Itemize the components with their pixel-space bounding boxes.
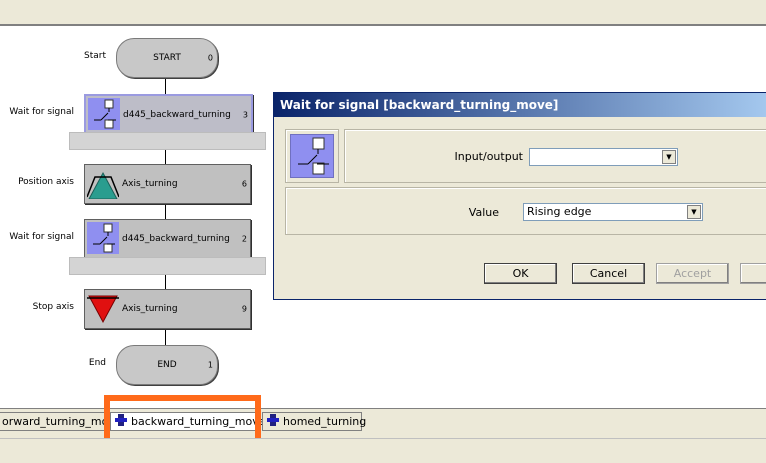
- step-shadow-bar: [69, 132, 266, 150]
- flow-step-position-axis[interactable]: Axis_turning 6: [84, 164, 251, 204]
- signal-switch-icon: [290, 134, 334, 178]
- end-node-number: 1: [207, 360, 213, 370]
- end-node-text: END: [157, 360, 177, 370]
- more-button[interactable]: [740, 263, 766, 284]
- io-label: Input/output: [454, 150, 523, 163]
- start-node-number: 0: [207, 53, 213, 63]
- step-text: Axis_turning: [122, 304, 178, 314]
- dialog-icon-frame: [285, 129, 339, 183]
- step-number: 6: [241, 179, 247, 189]
- chevron-down-icon[interactable]: ▼: [687, 205, 701, 219]
- flow-step-wait-for-signal[interactable]: d445_backward_turning 3: [84, 94, 253, 136]
- start-node-text: START: [153, 53, 181, 63]
- stop-axis-icon: [87, 292, 119, 324]
- end-node[interactable]: END 1: [116, 345, 218, 385]
- tab-forward-turning-move[interactable]: orward_turning_move: [0, 412, 122, 431]
- step-number: 9: [241, 304, 247, 314]
- program-icon: [267, 413, 279, 431]
- step-row-label: Wait for signal: [9, 232, 74, 242]
- end-row-label: End: [88, 358, 106, 368]
- flow-step-wait-for-signal[interactable]: d445_backward_turning 2: [84, 219, 251, 259]
- step-shadow-bar: [69, 257, 266, 275]
- step-row-label: Stop axis: [32, 302, 74, 312]
- start-row-label: Start: [84, 51, 106, 61]
- chevron-down-icon[interactable]: ▼: [662, 150, 676, 164]
- step-text: Axis_turning: [122, 179, 178, 189]
- flow-step-stop-axis[interactable]: Axis_turning 9: [84, 289, 251, 329]
- step-row-label: Wait for signal: [9, 107, 74, 117]
- value-label: Value: [468, 206, 499, 219]
- ok-button[interactable]: OK: [484, 263, 557, 284]
- step-text: d445_backward_turning: [122, 234, 230, 244]
- value-select[interactable]: Rising edge ▼: [523, 203, 703, 221]
- step-number: 2: [241, 234, 247, 244]
- value-selected: Rising edge: [527, 205, 592, 218]
- tab-label: backward_turning_move: [131, 415, 266, 428]
- status-bar: [0, 438, 766, 463]
- signal-switch-icon: [87, 222, 119, 254]
- dialog-title[interactable]: Wait for signal [backward_turning_move]: [274, 93, 766, 117]
- accept-button[interactable]: Accept: [656, 263, 729, 284]
- cancel-button[interactable]: Cancel: [572, 263, 645, 284]
- tab-label: orward_turning_move: [2, 415, 122, 428]
- top-toolbar-area: [0, 0, 766, 26]
- io-select[interactable]: ▼: [529, 148, 678, 166]
- step-row-label: Position axis: [18, 177, 74, 187]
- tab-backward-turning-move[interactable]: backward_turning_move: [110, 412, 266, 431]
- program-icon: [115, 413, 127, 431]
- position-axis-icon: [86, 167, 120, 200]
- step-text: d445_backward_turning: [123, 110, 231, 120]
- start-node[interactable]: START 0: [116, 38, 218, 78]
- step-number: 3: [242, 110, 248, 120]
- tab-label: homed_turning: [283, 415, 367, 428]
- wait-for-signal-dialog: Wait for signal [backward_turning_move] …: [273, 92, 766, 300]
- tab-homed-turning[interactable]: homed_turning: [262, 412, 366, 431]
- signal-switch-icon: [88, 98, 120, 130]
